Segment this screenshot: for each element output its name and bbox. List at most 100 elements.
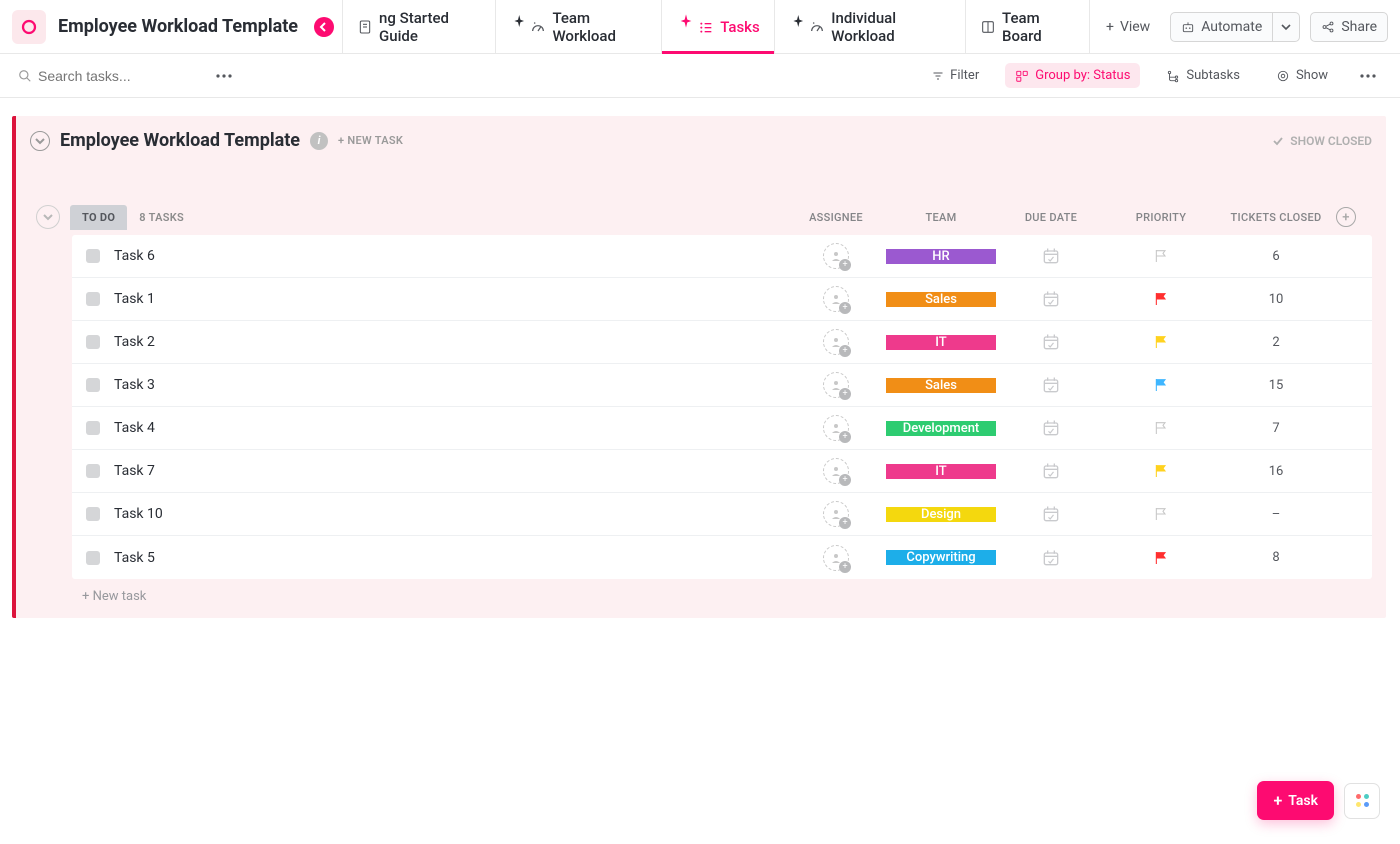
search-icon [18, 69, 32, 83]
automate-dropdown[interactable] [1273, 12, 1300, 42]
filter-label: Filter [950, 68, 979, 83]
status-box[interactable] [86, 464, 100, 478]
status-box[interactable] [86, 421, 100, 435]
show-closed-button[interactable]: SHOW CLOSED [1272, 134, 1372, 148]
task-name: Task 4 [114, 420, 786, 436]
app-logo[interactable] [12, 10, 46, 44]
team-tag[interactable]: Sales [886, 378, 996, 393]
more-options-button[interactable] [210, 62, 238, 90]
subtasks-button[interactable]: Subtasks [1156, 63, 1250, 88]
col-priority[interactable]: PRIORITY [1106, 211, 1216, 224]
priority-cell[interactable] [1106, 377, 1216, 393]
assignee-avatar[interactable]: + [823, 243, 849, 269]
priority-cell[interactable] [1106, 463, 1216, 479]
assignee-avatar[interactable]: + [823, 458, 849, 484]
due-date-cell[interactable] [996, 289, 1106, 309]
calendar-icon [1041, 246, 1061, 266]
due-date-cell[interactable] [996, 332, 1106, 352]
task-row[interactable]: Task 1+Sales10 [72, 278, 1372, 321]
due-date-cell[interactable] [996, 548, 1106, 568]
due-date-cell[interactable] [996, 375, 1106, 395]
priority-cell[interactable] [1106, 291, 1216, 307]
priority-cell[interactable] [1106, 506, 1216, 522]
tickets-closed-cell: – [1216, 507, 1336, 522]
assignee-avatar[interactable]: + [823, 415, 849, 441]
search-input[interactable] [38, 68, 198, 84]
assignee-avatar[interactable]: + [823, 501, 849, 527]
tab-tasks[interactable]: Tasks [662, 0, 775, 53]
team-tag[interactable]: IT [886, 464, 996, 479]
due-date-cell[interactable] [996, 461, 1106, 481]
team-tag[interactable]: Sales [886, 292, 996, 307]
assignee-avatar[interactable]: + [823, 372, 849, 398]
due-date-cell[interactable] [996, 418, 1106, 438]
assignee-avatar[interactable]: + [823, 545, 849, 571]
tickets-closed-cell: 6 [1216, 249, 1336, 264]
task-row[interactable]: Task 10+Design– [72, 493, 1372, 536]
tab-ng-started-guide[interactable]: ng Started Guide [342, 0, 496, 53]
status-box[interactable] [86, 335, 100, 349]
team-tag[interactable]: Development [886, 421, 996, 436]
status-box[interactable] [86, 378, 100, 392]
team-tag[interactable]: Design [886, 507, 996, 522]
flag-icon [1153, 550, 1169, 566]
calendar-icon [1041, 548, 1061, 568]
create-task-fab[interactable]: + Task [1257, 781, 1334, 820]
add-column-button[interactable]: + [1336, 207, 1356, 227]
add-view-button[interactable]: + View [1096, 13, 1160, 41]
share-icon [1321, 20, 1335, 34]
task-row[interactable]: Task 4+Development7 [72, 407, 1372, 450]
automate-label: Automate [1201, 19, 1262, 35]
collapse-group-button[interactable] [36, 205, 60, 229]
tab-icon [809, 19, 825, 35]
task-row[interactable]: Task 2+IT2 [72, 321, 1372, 364]
task-row[interactable]: Task 6+HR6 [72, 235, 1372, 278]
flag-icon [1153, 248, 1169, 264]
more-toolbar-button[interactable] [1354, 62, 1382, 90]
team-tag[interactable]: IT [886, 335, 996, 350]
team-tag[interactable]: Copywriting [886, 550, 996, 565]
tab-team-workload[interactable]: Team Workload [496, 0, 662, 53]
flag-icon [1153, 420, 1169, 436]
automate-button[interactable]: Automate [1170, 12, 1273, 42]
subtree-icon [1166, 69, 1180, 83]
status-box[interactable] [86, 551, 100, 565]
status-pill[interactable]: TO DO [70, 205, 127, 230]
group-by-button[interactable]: Group by: Status [1005, 63, 1140, 88]
col-team[interactable]: TEAM [886, 211, 996, 224]
team-tag[interactable]: HR [886, 249, 996, 264]
share-button[interactable]: Share [1310, 12, 1388, 42]
status-box[interactable] [86, 292, 100, 306]
task-name: Task 2 [114, 334, 786, 350]
task-name: Task 1 [114, 291, 786, 307]
status-box[interactable] [86, 249, 100, 263]
task-row[interactable]: Task 7+IT16 [72, 450, 1372, 493]
due-date-cell[interactable] [996, 246, 1106, 266]
filter-button[interactable]: Filter [922, 63, 989, 88]
due-date-cell[interactable] [996, 504, 1106, 524]
priority-cell[interactable] [1106, 420, 1216, 436]
col-tickets[interactable]: TICKETS CLOSED [1216, 211, 1336, 224]
priority-cell[interactable] [1106, 334, 1216, 350]
task-row[interactable]: Task 5+Copywriting8 [72, 536, 1372, 579]
collapse-board-button[interactable] [30, 131, 50, 151]
task-row[interactable]: Task 3+Sales15 [72, 364, 1372, 407]
assignee-avatar[interactable]: + [823, 329, 849, 355]
col-due[interactable]: DUE DATE [996, 211, 1106, 224]
col-assignee[interactable]: ASSIGNEE [786, 211, 886, 224]
show-button[interactable]: Show [1266, 63, 1338, 88]
new-task-link[interactable]: + NEW TASK [338, 134, 403, 147]
nav-back-button[interactable] [314, 17, 334, 37]
flag-icon [1153, 334, 1169, 350]
apps-fab[interactable] [1344, 783, 1380, 819]
new-task-row[interactable]: + New task [30, 579, 1372, 612]
group-icon [1015, 69, 1029, 83]
priority-cell[interactable] [1106, 550, 1216, 566]
status-box[interactable] [86, 507, 100, 521]
tab-individual-workload[interactable]: Individual Workload [775, 0, 966, 53]
pin-icon [678, 13, 694, 29]
tab-team-board[interactable]: Team Board [966, 0, 1090, 53]
info-icon[interactable]: i [310, 132, 328, 150]
assignee-avatar[interactable]: + [823, 286, 849, 312]
priority-cell[interactable] [1106, 248, 1216, 264]
